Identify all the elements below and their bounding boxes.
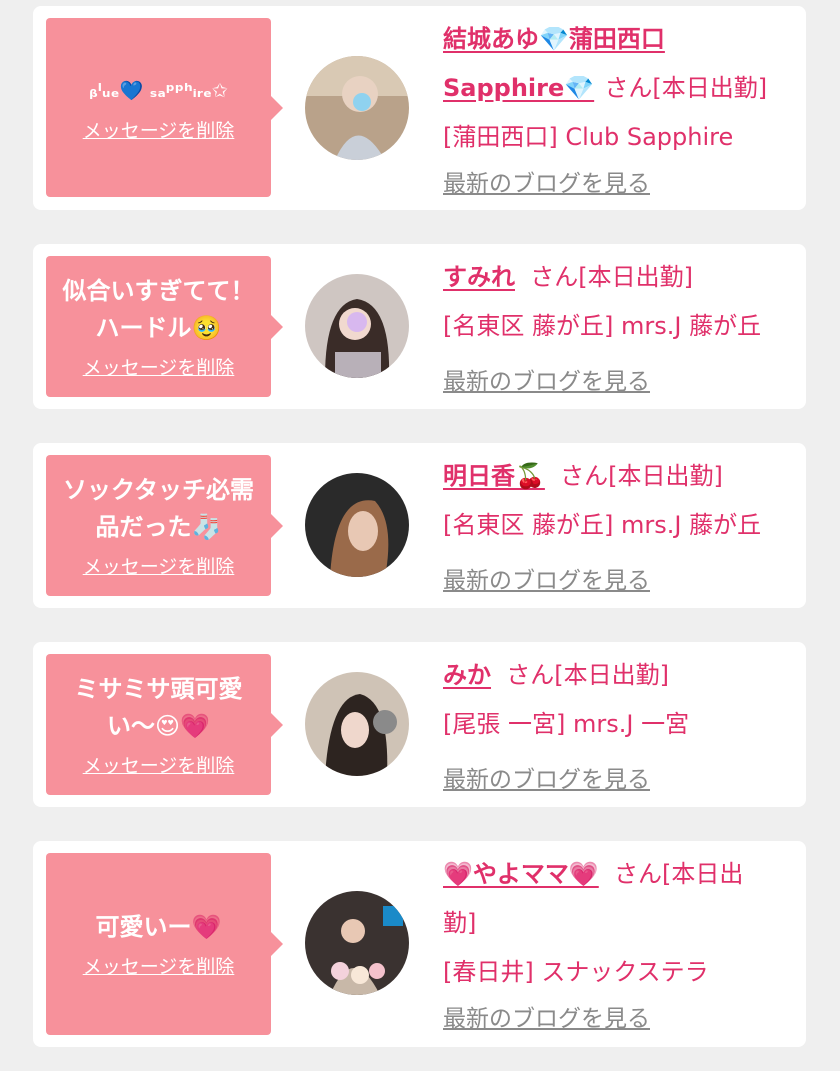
latest-blog-link[interactable]: 最新のブログを見る [443,561,650,595]
delete-message-button[interactable]: メッセージを削除 [83,751,235,778]
shop-name: [尾張 一宮] mrs.J 一宮 [443,710,690,738]
message-bubble: 可愛いー💗 メッセージを削除 [46,853,283,1035]
avatar[interactable] [305,56,409,160]
profile-name[interactable]: 💗やよママ💗 [443,860,599,888]
profile-info: みか さん[本日出勤] [尾張 一宮] mrs.J 一宮 [443,652,796,750]
message-bubble: 似合いすぎてて！ ハードル🥹 メッセージを削除 [46,256,283,397]
message-card: ᵦˡᵤₑ💙 ₛₐᵖᵖʰᵢᵣₑ✩ メッセージを削除 結城あゆ💎蒲田西口 Sapph… [33,6,806,210]
attendance-status-continued: 勤] [443,909,477,937]
attendance-status: さん[本日出勤] [604,74,768,102]
message-text: 可愛いー💗 [95,913,222,941]
profile-name[interactable]: みか [443,661,491,689]
message-bubble: ᵦˡᵤₑ💙 ₛₐᵖᵖʰᵢᵣₑ✩ メッセージを削除 [46,18,283,197]
shop-name: [名東区 藤が丘] mrs.J 藤が丘 [443,312,762,340]
profile-name[interactable]: 結城あゆ💎蒲田西口 [443,25,665,53]
shop-name: [蒲田西口] Club Sapphire [443,123,734,151]
latest-blog-link[interactable]: 最新のブログを見る [443,760,650,794]
attendance-status: さん[本日出勤] [506,661,669,689]
attendance-status: さん[本日出勤] [560,462,723,490]
avatar[interactable] [305,672,409,776]
profile-name[interactable]: 明日香🍒 [443,462,545,490]
shop-name: [春日井] スナックステラ [443,958,709,986]
latest-blog-link[interactable]: 最新のブログを見る [443,362,650,396]
profile-info: 結城あゆ💎蒲田西口 Sapphire💎 さん[本日出勤] [蒲田西口] Club… [443,16,796,163]
profile-info: すみれ さん[本日出勤] [名東区 藤が丘] mrs.J 藤が丘 [443,254,796,352]
attendance-status: さん[本日出勤] [530,263,693,291]
delete-message-button[interactable]: メッセージを削除 [83,552,235,579]
avatar[interactable] [305,473,409,577]
delete-message-button[interactable]: メッセージを削除 [83,353,235,380]
message-card: ソックタッチ必需 品だった🧦 メッセージを削除 明日香🍒 さん[本日出勤] [名東… [33,443,806,608]
message-bubble: ミサミサ頭可愛 い〜😍💗 メッセージを削除 [46,654,283,795]
delete-message-button[interactable]: メッセージを削除 [83,952,235,979]
attendance-status: さん[本日出 [614,860,744,888]
latest-blog-link[interactable]: 最新のブログを見る [443,164,650,198]
profile-info: 明日香🍒 さん[本日出勤] [名東区 藤が丘] mrs.J 藤が丘 [443,453,796,551]
latest-blog-link[interactable]: 最新のブログを見る [443,999,650,1033]
shop-name: [名東区 藤が丘] mrs.J 藤が丘 [443,511,762,539]
message-card: ミサミサ頭可愛 い〜😍💗 メッセージを削除 みか さん[本日出勤] [尾張 一宮]… [33,642,806,807]
avatar[interactable] [305,274,409,378]
message-card: 可愛いー💗 メッセージを削除 💗やよママ💗 さん[本日出 勤] [春日井] スナ… [33,841,806,1047]
message-bubble: ソックタッチ必需 品だった🧦 メッセージを削除 [46,455,283,596]
avatar[interactable] [305,891,409,995]
profile-info: 💗やよママ💗 さん[本日出 勤] [春日井] スナックステラ [443,851,796,998]
message-card: 似合いすぎてて！ ハードル🥹 メッセージを削除 すみれ さん[本日出勤] [名東区… [33,244,806,409]
message-text: ミサミサ頭可愛 い〜😍💗 [74,675,243,740]
profile-name[interactable]: すみれ [443,263,515,291]
message-text: 似合いすぎてて！ ハードル🥹 [62,277,255,342]
profile-name-continued[interactable]: Sapphire💎 [443,74,594,102]
delete-message-button[interactable]: メッセージを削除 [83,116,235,143]
message-text: ᵦˡᵤₑ💙 ₛₐᵖᵖʰᵢᵣₑ✩ [89,79,228,102]
message-text: ソックタッチ必需 品だった🧦 [62,476,255,541]
